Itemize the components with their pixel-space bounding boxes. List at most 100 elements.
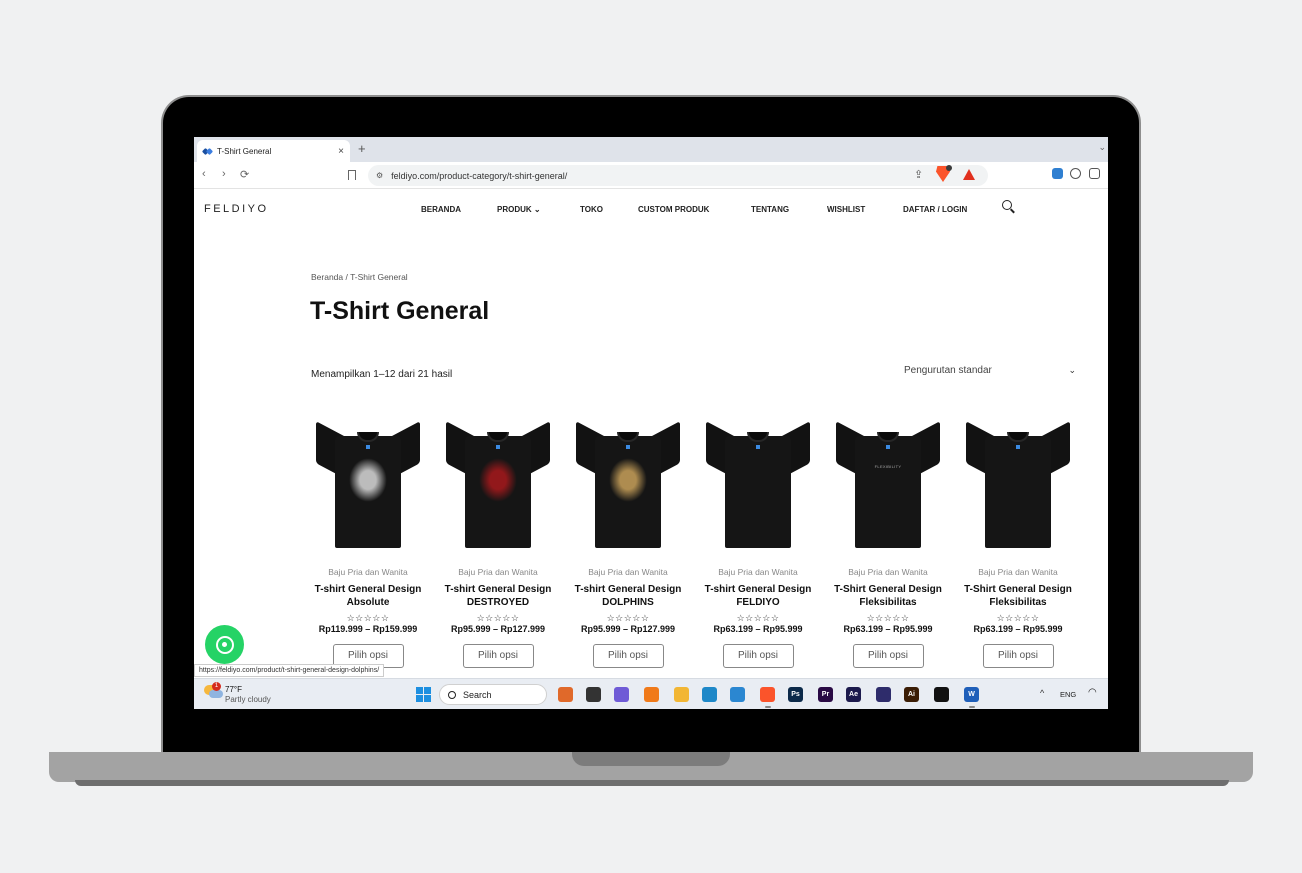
taskbar-search[interactable]: Search — [439, 684, 547, 705]
product-image[interactable] — [443, 421, 553, 554]
product-category[interactable]: Baju Pria dan Wanita — [828, 567, 948, 577]
vscode-icon[interactable] — [730, 687, 745, 702]
extensions-puzzle-icon[interactable] — [1070, 168, 1081, 179]
select-options-button[interactable]: Pilih opsi — [462, 644, 534, 668]
windows-start-icon[interactable] — [416, 687, 431, 702]
share-icon[interactable]: ⇪ — [914, 168, 923, 181]
product-image[interactable] — [573, 421, 683, 554]
copilot-icon[interactable] — [614, 687, 629, 702]
breadcrumb[interactable]: Beranda / T-Shirt General — [311, 272, 408, 282]
file-explorer-icon[interactable] — [674, 687, 689, 702]
weather-cloud-icon — [209, 690, 223, 698]
product-name[interactable]: T-Shirt General Design Fleksibilitas — [958, 583, 1078, 609]
shirt-print — [349, 458, 387, 502]
browser-tab[interactable]: T-Shirt General × — [197, 140, 350, 162]
product-image[interactable] — [313, 421, 423, 554]
select-options-button[interactable]: Pilih opsi — [852, 644, 924, 668]
product-name[interactable]: T-shirt General Design DESTROYED — [438, 583, 558, 609]
product-category[interactable]: Baju Pria dan Wanita — [308, 567, 428, 577]
rating-stars-icon: ☆☆☆☆☆ — [996, 613, 1040, 623]
nav-custom-produk[interactable]: CUSTOM PRODUK — [638, 205, 709, 214]
extension-icon[interactable] — [1052, 168, 1063, 179]
sort-select[interactable]: Pengurutan standar ⌄ — [904, 365, 1076, 376]
brave-icon[interactable] — [760, 687, 775, 702]
weather-temperature[interactable]: 77°F — [225, 685, 242, 694]
after-effects-icon[interactable]: Ae — [846, 687, 861, 702]
chevron-down-icon: ⌄ — [1068, 365, 1076, 375]
active-app-indicator — [969, 706, 975, 708]
product-card[interactable]: Baju Pria dan Wanita T-Shirt General Des… — [958, 421, 1078, 668]
nav-produk[interactable]: PRODUK ⌄ — [497, 205, 541, 214]
tab-title: T-Shirt General — [217, 146, 272, 156]
shirt-print-text: FLEXIBILITY — [874, 464, 902, 469]
product-card[interactable]: Baju Pria dan Wanita T-shirt General Des… — [698, 421, 818, 668]
rating-stars-icon: ☆☆☆☆☆ — [346, 613, 390, 623]
xampp-icon[interactable] — [644, 687, 659, 702]
select-options-button[interactable]: Pilih opsi — [722, 644, 794, 668]
shirt-body — [985, 436, 1051, 548]
edge-icon[interactable] — [702, 687, 717, 702]
product-category[interactable]: Baju Pria dan Wanita — [958, 567, 1078, 577]
task-view-icon[interactable] — [586, 687, 601, 702]
product-category[interactable]: Baju Pria dan Wanita — [698, 567, 818, 577]
product-card[interactable]: Baju Pria dan Wanita T-shirt General Des… — [438, 421, 558, 668]
nav-toko[interactable]: TOKO — [580, 205, 603, 214]
word-icon[interactable]: W — [964, 687, 979, 702]
product-card[interactable]: Baju Pria dan Wanita T-shirt General Des… — [308, 421, 428, 668]
reload-button[interactable]: ⟳ — [240, 168, 249, 181]
select-options-button[interactable]: Pilih opsi — [982, 644, 1054, 668]
back-button[interactable]: ‹ — [202, 168, 206, 180]
whatsapp-chat-button[interactable] — [205, 625, 244, 664]
product-image[interactable] — [703, 421, 813, 554]
illustrator-icon[interactable]: Ai — [904, 687, 919, 702]
product-name[interactable]: T-shirt General Design FELDIYO — [698, 583, 818, 609]
bookmark-icon[interactable] — [348, 170, 356, 180]
product-card[interactable]: Baju Pria dan Wanita T-shirt General Des… — [568, 421, 688, 668]
capcut-icon[interactable] — [934, 687, 949, 702]
kiddle-icon[interactable] — [558, 687, 573, 702]
product-name[interactable]: T-shirt General Design DOLPHINS — [568, 583, 688, 609]
brave-rewards-icon[interactable] — [963, 169, 975, 180]
site-header: FELDIYO BERANDA PRODUK ⌄ TOKO CUSTOM PRO… — [194, 189, 1108, 229]
tab-close-icon[interactable]: × — [338, 146, 344, 157]
result-count: Menampilkan 1–12 dari 21 hasil — [311, 369, 453, 380]
site-info-icon[interactable]: ⚙ — [376, 171, 383, 180]
browser-toolbar: ‹ › ⟳ ⚙ feldiyo.com/product-category/t-s… — [194, 162, 1108, 189]
premiere-icon[interactable]: Pr — [818, 687, 833, 702]
new-tab-button[interactable]: + — [358, 141, 366, 156]
shirt-tag — [366, 445, 370, 449]
product-card[interactable]: FLEXIBILITY Baju Pria dan Wanita T-Shirt… — [828, 421, 948, 668]
obsidian-icon[interactable] — [876, 687, 891, 702]
sort-select-value: Pengurutan standar — [904, 365, 992, 376]
tray-chevron-icon[interactable]: ^ — [1040, 688, 1044, 698]
product-category[interactable]: Baju Pria dan Wanita — [438, 567, 558, 577]
page-title: T-Shirt General — [310, 297, 490, 325]
product-price: Rp63.199 – Rp95.999 — [973, 624, 1063, 634]
product-image[interactable] — [963, 421, 1073, 554]
photoshop-icon[interactable]: Ps — [788, 687, 803, 702]
site-logo[interactable]: FELDIYO — [204, 203, 269, 215]
nav-daftar-login[interactable]: DAFTAR / LOGIN — [903, 205, 967, 214]
address-bar[interactable]: ⚙ feldiyo.com/product-category/t-shirt-g… — [368, 165, 988, 186]
weather-condition[interactable]: Partly cloudy — [225, 695, 271, 704]
select-options-button[interactable]: Pilih opsi — [592, 644, 664, 668]
tab-list-chevron-icon[interactable]: ⌄ — [1098, 142, 1106, 153]
rating-stars-icon: ☆☆☆☆☆ — [606, 613, 650, 623]
shirt-tag — [1016, 445, 1020, 449]
nav-tentang[interactable]: TENTANG — [751, 205, 789, 214]
nav-beranda[interactable]: BERANDA — [421, 205, 461, 214]
shirt-tag — [496, 445, 500, 449]
search-icon[interactable] — [1002, 200, 1012, 210]
shirt-tag — [886, 445, 890, 449]
product-name[interactable]: T-Shirt General Design Fleksibilitas — [828, 583, 948, 609]
language-indicator[interactable]: ENG — [1060, 690, 1076, 699]
product-name[interactable]: T-shirt General Design Absolute — [308, 583, 428, 609]
forward-button[interactable]: › — [222, 168, 226, 180]
taskbar-search-label: Search — [463, 689, 492, 700]
sidebar-toggle-icon[interactable] — [1089, 168, 1100, 179]
product-category[interactable]: Baju Pria dan Wanita — [568, 567, 688, 577]
nav-wishlist[interactable]: WISHLIST — [827, 205, 865, 214]
search-icon — [448, 690, 456, 699]
wifi-icon[interactable]: ◠ — [1088, 687, 1097, 698]
product-image[interactable]: FLEXIBILITY — [833, 421, 943, 554]
